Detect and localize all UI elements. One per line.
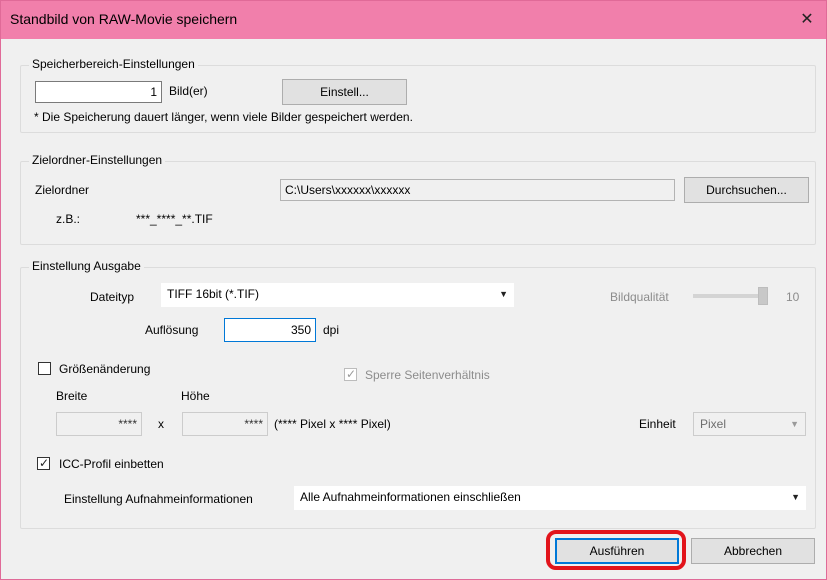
- lock-ratio-checkbox[interactable]: ✓: [344, 367, 357, 381]
- resize-checkbox[interactable]: [38, 362, 51, 375]
- quality-label: Bildqualität: [610, 290, 669, 304]
- shooting-info-dropdown[interactable]: Alle Aufnahmeinformationen einschließen …: [294, 486, 806, 510]
- file-type-value: TIFF 16bit (*.TIF): [167, 287, 260, 301]
- cancel-button[interactable]: Abbrechen: [691, 538, 815, 564]
- file-type-dropdown[interactable]: TIFF 16bit (*.TIF) ▼: [161, 283, 514, 307]
- destination-group-title: Zielordner-Einstellungen: [29, 153, 166, 167]
- browse-button[interactable]: Durchsuchen...: [684, 177, 809, 203]
- height-label: Höhe: [181, 389, 210, 403]
- resolution-input[interactable]: 350: [224, 318, 316, 342]
- resize-label: Größenänderung: [59, 362, 151, 376]
- image-count-field[interactable]: 1: [35, 81, 162, 103]
- example-label: z.B.:: [56, 212, 81, 226]
- icc-profile-checkbox[interactable]: ✓: [37, 456, 50, 470]
- image-count-unit: Bild(er): [169, 84, 208, 98]
- width-input[interactable]: ****: [56, 412, 142, 436]
- chevron-down-icon: ▼: [791, 492, 800, 502]
- save-range-note: * Die Speicherung dauert länger, wenn vi…: [34, 110, 413, 124]
- destination-group: Zielordner-Einstellungen: [20, 153, 816, 245]
- checkmark-icon: ✓: [346, 367, 357, 381]
- lock-ratio-label: Sperre Seitenverhältnis: [365, 368, 490, 382]
- close-icon[interactable]: ✕: [788, 1, 826, 39]
- quality-slider-thumb[interactable]: [758, 287, 768, 305]
- icc-profile-label: ICC-Profil einbetten: [59, 457, 164, 471]
- shooting-info-label: Einstellung Aufnahmeinformationen: [64, 492, 253, 506]
- unit-dropdown[interactable]: Pixel ▼: [693, 412, 806, 436]
- shooting-info-value: Alle Aufnahmeinformationen einschließen: [300, 490, 521, 504]
- quality-slider-track[interactable]: [693, 294, 768, 298]
- unit-label: Einheit: [639, 417, 676, 431]
- chevron-down-icon: ▼: [790, 419, 799, 429]
- width-label: Breite: [56, 389, 88, 403]
- save-range-group-title: Speicherbereich-Einstellungen: [29, 57, 198, 71]
- resolution-label: Auflösung: [145, 323, 199, 337]
- pixel-size-summary: (**** Pixel x **** Pixel): [274, 417, 391, 431]
- title-bar[interactable]: Standbild von RAW-Movie speichern ✕: [1, 1, 826, 39]
- dialog-window: Standbild von RAW-Movie speichern ✕ Spei…: [0, 0, 827, 580]
- output-group-title: Einstellung Ausgabe: [29, 259, 144, 273]
- height-input[interactable]: ****: [182, 412, 268, 436]
- times-sign: x: [158, 417, 164, 431]
- folder-path-field[interactable]: C:\Users\xxxxxx\xxxxxx: [280, 179, 675, 201]
- file-type-label: Dateityp: [90, 290, 135, 304]
- chevron-down-icon: ▼: [499, 289, 508, 299]
- execute-button[interactable]: Ausführen: [555, 538, 679, 564]
- checkmark-icon: ✓: [39, 456, 50, 470]
- resolution-unit: dpi: [323, 323, 340, 337]
- quality-value: 10: [786, 290, 800, 304]
- unit-value: Pixel: [700, 417, 727, 431]
- folder-label: Zielordner: [35, 183, 90, 197]
- dialog-title: Standbild von RAW-Movie speichern: [10, 11, 238, 27]
- example-filename: ***_****_**.TIF: [136, 212, 213, 226]
- range-settings-button[interactable]: Einstell...: [282, 79, 407, 105]
